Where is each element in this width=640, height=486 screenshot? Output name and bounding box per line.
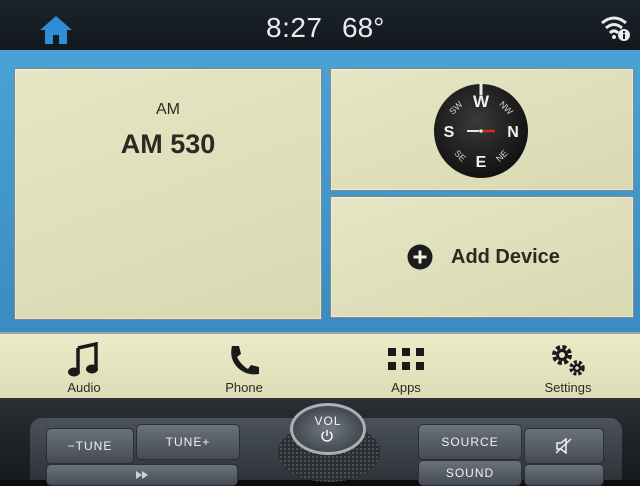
add-device-tile[interactable]: Add Device [330,196,634,318]
nav-settings[interactable]: Settings [530,334,606,398]
nav-audio[interactable]: Audio [48,334,120,398]
phone-handset-icon [231,346,259,375]
add-device-label: Add Device [451,245,560,268]
nav-phone-label: Phone [225,380,263,395]
gears-icon [552,345,585,376]
plus-circle-icon [407,244,433,270]
seek-icon [136,471,148,479]
clock: 8:27 [266,12,323,43]
mute-speaker-icon [555,438,572,454]
nav-apps[interactable]: Apps [370,334,442,398]
compass-icon: W N E S SW NW NE SE [434,83,528,178]
home-icon[interactable] [38,14,74,46]
music-note-icon [68,342,98,377]
lower-right-button[interactable] [524,464,604,486]
radio-band: AM [156,101,180,118]
wifi-info-icon[interactable] [600,14,632,42]
bottom-nav: Audio Phone Apps Settings [0,332,640,398]
compass-tile[interactable]: W N E S SW NW NE SE [330,68,634,191]
home-panel: AM AM 530 W N E S SW NW NE SE Add Device [0,50,640,332]
volume-label: VOL [314,414,342,428]
source-button[interactable]: SOURCE [418,424,522,460]
nav-apps-label: Apps [391,380,421,395]
nav-phone[interactable]: Phone [208,334,280,398]
power-icon [321,430,333,442]
status-bar: 8:27 68° [0,0,640,50]
audio-tile[interactable]: AM AM 530 [14,68,322,320]
seek-button[interactable] [46,464,238,486]
nav-audio-label: Audio [67,380,101,395]
apps-grid-icon [388,348,424,370]
compass-east: E [476,154,487,171]
nav-settings-label: Settings [544,380,592,395]
sound-button[interactable]: SOUND [418,460,522,486]
add-device-button[interactable]: Add Device [407,243,560,271]
tune-up-button[interactable]: TUNE+ [136,424,240,460]
radio-station: AM 530 [120,129,216,159]
compass-north: N [507,124,519,141]
touchscreen: 8:27 68° AM AM 530 W N E S SW NW NE SE A… [0,0,640,398]
mute-button[interactable] [524,428,604,464]
compass-south: S [444,124,455,141]
outside-temperature: 68° [342,12,385,43]
tune-down-button[interactable]: −TUNE [46,428,134,464]
compass-west: W [473,92,490,111]
